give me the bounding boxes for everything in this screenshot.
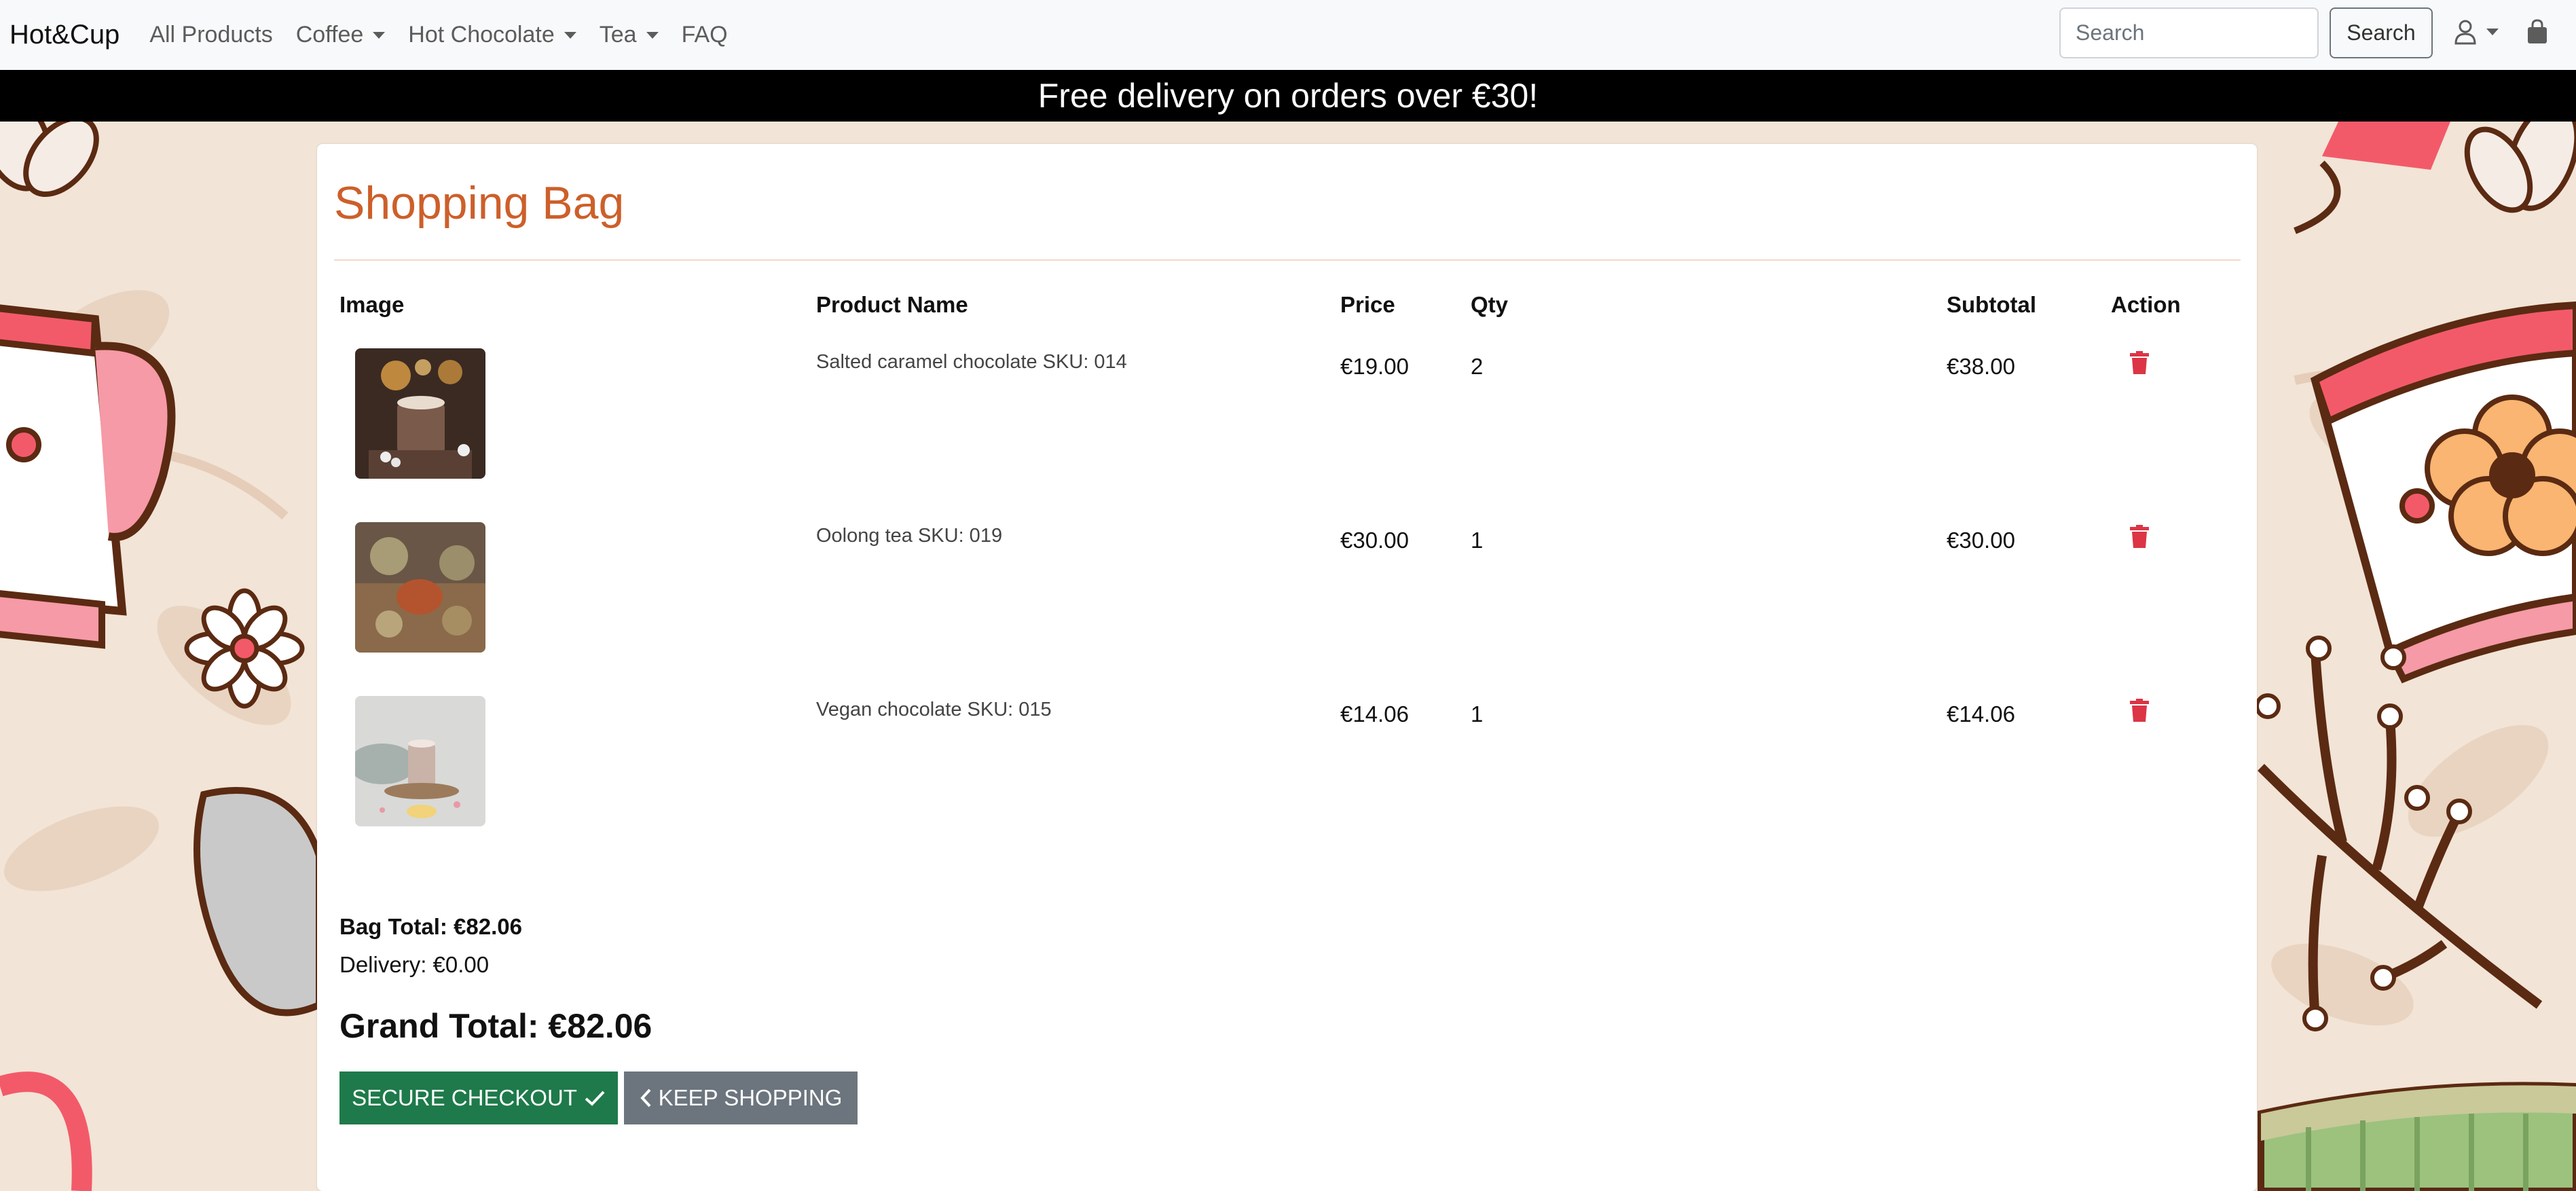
- secure-checkout-label: SECURE CHECKOUT: [352, 1085, 577, 1110]
- delete-item-button[interactable]: [2130, 699, 2149, 725]
- nav-coffee-label: Coffee: [295, 22, 364, 48]
- nav-hot-chocolate-dropdown[interactable]: Hot Chocolate: [408, 22, 576, 48]
- trash-icon: [2130, 525, 2149, 548]
- top-navbar: Hot&Cup All Products Coffee Hot Chocolat…: [0, 0, 2576, 70]
- shopping-bag-icon: [2528, 19, 2547, 43]
- nav-coffee-dropdown[interactable]: Coffee: [296, 22, 386, 48]
- free-delivery-banner: Free delivery on orders over €30!: [0, 70, 2576, 122]
- product-name[interactable]: Oolong tea SKU: 019: [816, 525, 1002, 547]
- checkmark-icon: [585, 1091, 605, 1106]
- product-subtotal: €14.06: [1947, 701, 2015, 727]
- vegan-chocolate-photo: [355, 696, 485, 826]
- table-row: Salted caramel chocolate SKU: 014 €19.00…: [317, 348, 2257, 498]
- chevron-left-icon: [640, 1088, 651, 1107]
- header-product-name: Product Name: [816, 292, 968, 317]
- shopping-bag-card: Shopping Bag Image Product Name Price Qt…: [317, 144, 2257, 1191]
- product-subtotal: €38.00: [1947, 354, 2015, 379]
- search-button[interactable]: Search: [2330, 7, 2433, 58]
- chevron-down-icon: [646, 31, 659, 39]
- nav-faq[interactable]: FAQ: [682, 22, 728, 48]
- product-name[interactable]: Salted caramel chocolate SKU: 014: [816, 351, 1127, 373]
- product-price: €30.00: [1340, 528, 1409, 553]
- nav-all-products[interactable]: All Products: [149, 22, 272, 48]
- nav-hot-chocolate-label: Hot Chocolate: [408, 22, 555, 48]
- product-qty: 2: [1471, 354, 1484, 379]
- nav-faq-label: FAQ: [681, 22, 728, 48]
- delivery-cost: Delivery: €0.00: [339, 952, 490, 977]
- user-icon: [2454, 20, 2476, 45]
- trash-icon: [2130, 699, 2149, 722]
- search-input[interactable]: [2059, 7, 2319, 58]
- brand-logo[interactable]: Hot&Cup: [10, 20, 119, 50]
- grand-total: Grand Total: €82.06: [339, 1007, 652, 1045]
- bag-total: Bag Total: €82.06: [339, 914, 522, 939]
- header-action: Action: [2111, 292, 2181, 317]
- chevron-down-icon: [373, 31, 386, 39]
- nav-tea-dropdown[interactable]: Tea: [600, 22, 659, 48]
- header-image: Image: [339, 292, 405, 317]
- delete-item-button[interactable]: [2130, 351, 2149, 378]
- header-subtotal: Subtotal: [1947, 292, 2036, 317]
- keep-shopping-label: KEEP SHOPPING: [658, 1085, 843, 1110]
- header-price: Price: [1340, 292, 1395, 317]
- trash-icon: [2130, 351, 2149, 374]
- keep-shopping-button[interactable]: KEEP SHOPPING: [624, 1071, 858, 1124]
- page-title: Shopping Bag: [334, 177, 625, 229]
- table-row: Vegan chocolate SKU: 015 €14.06 1 €14.06: [317, 696, 2257, 845]
- product-subtotal: €30.00: [1947, 528, 2015, 553]
- product-price: €19.00: [1340, 354, 1409, 379]
- table-row: Oolong tea SKU: 019 €30.00 1 €30.00: [317, 522, 2257, 672]
- secure-checkout-button[interactable]: SECURE CHECKOUT: [339, 1071, 618, 1124]
- chevron-down-icon: [564, 31, 576, 39]
- delete-item-button[interactable]: [2130, 525, 2149, 551]
- search-form: Search: [2059, 7, 2433, 58]
- product-qty: 1: [1471, 701, 1484, 727]
- account-dropdown[interactable]: [2454, 19, 2499, 45]
- shopping-bag-link[interactable]: [2526, 19, 2549, 48]
- chevron-down-icon: [2486, 29, 2499, 35]
- nav-tea-label: Tea: [599, 22, 637, 48]
- hot-chocolate-photo: [355, 348, 485, 479]
- product-qty: 1: [1471, 528, 1484, 553]
- title-divider: [334, 259, 2241, 261]
- oolong-tea-photo: [355, 522, 485, 653]
- product-price: €14.06: [1340, 701, 1409, 727]
- product-name[interactable]: Vegan chocolate SKU: 015: [816, 699, 1052, 721]
- nav-all-products-label: All Products: [149, 22, 273, 48]
- header-qty: Qty: [1471, 292, 1509, 317]
